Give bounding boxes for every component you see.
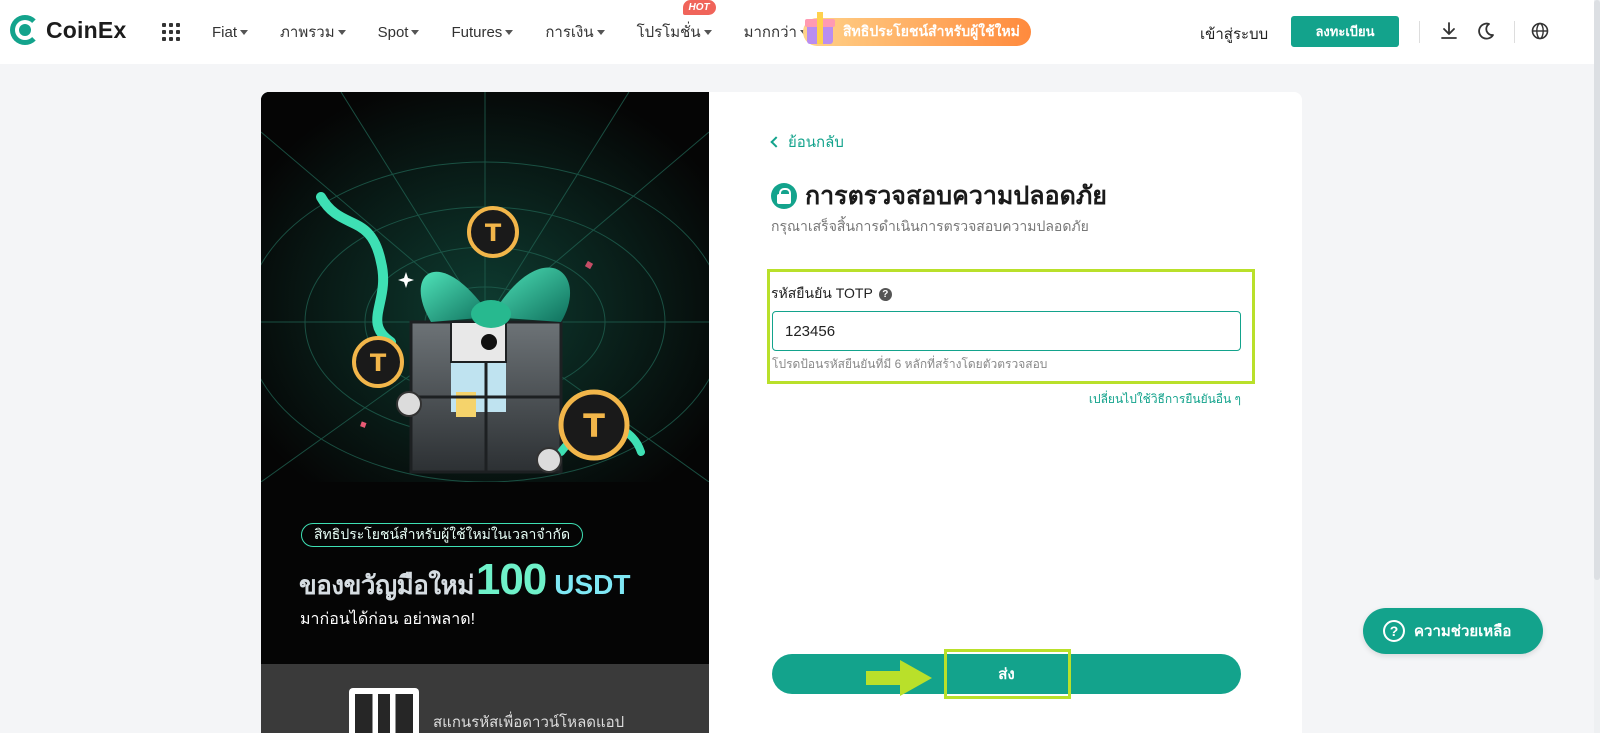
help-label: ความช่วยเหลือ [1414, 623, 1512, 640]
svg-text:T: T [485, 219, 502, 247]
back-link[interactable]: ย้อนกลับ [770, 130, 844, 154]
nav-item-promotions[interactable]: โปรโมชั่น HOT [636, 0, 716, 44]
caret-down-icon [703, 29, 712, 35]
nav-item-label: มากกว่า [743, 24, 797, 41]
nav-item-label: Fiat [212, 23, 238, 41]
coinex-logo[interactable]: CoinEx [10, 15, 126, 45]
arrow-right-icon [866, 660, 932, 696]
caret-down-icon [596, 29, 605, 35]
caret-down-icon [337, 29, 346, 35]
banner-headline: ของขวัญมือใหม่ 100 USDT [299, 555, 631, 606]
page-title: การตรวจสอบความปลอดภัย [805, 182, 1107, 210]
verification-card: T T T สิทธิประโยชน์สำหรับผู้ใช้ใหม่ในเวล… [261, 92, 1302, 733]
banner-subline: มาก่อนได้ก่อน อย่าพลาด! [300, 611, 476, 628]
main-nav: Fiat ภาพรวม Spot Futures การเงิน โปรโมชั… [212, 0, 840, 64]
help-button[interactable]: ? ความช่วยเหลือ [1363, 608, 1543, 654]
nav-item-label: การเงิน [545, 24, 594, 41]
nav-item-label: Spot [377, 23, 409, 41]
scrollbar-track[interactable] [1594, 0, 1600, 733]
qr-code [349, 688, 419, 733]
caret-down-icon [505, 29, 514, 35]
top-nav: CoinEx Fiat ภาพรวม Spot Futures การเงิน … [0, 0, 1600, 64]
verification-form: ย้อนกลับ การตรวจสอบความปลอดภัย กรุณาเสร็… [709, 92, 1302, 733]
gift-icon [803, 10, 837, 46]
nav-item-label: โปรโมชั่น [636, 24, 701, 41]
globe-icon[interactable] [1529, 20, 1551, 42]
nav-item-fiat[interactable]: Fiat [212, 23, 249, 41]
promo-banner: T T T สิทธิประโยชน์สำหรับผู้ใช้ใหม่ในเวล… [261, 92, 709, 733]
nav-item-spot[interactable]: Spot [378, 24, 420, 41]
app-download-strip: สแกนรหัสเพื่อดาวน์โหลดแอป [261, 664, 709, 733]
apps-grid-icon[interactable] [162, 23, 180, 41]
totp-hint: โปรดป้อนรหัสยืนยันที่มี 6 หลักที่สร้างโด… [772, 357, 1048, 371]
nav-item-label: ภาพรวม [280, 24, 335, 41]
logo-text: CoinEx [46, 16, 127, 43]
limited-offer-pill: สิทธิประโยชน์สำหรับผู้ใช้ใหม่ในเวลาจำกัด [301, 523, 584, 547]
login-link[interactable]: เข้าสู่ระบบ [1200, 22, 1268, 46]
nav-item-finance[interactable]: การเงิน [545, 20, 605, 44]
svg-text:T: T [370, 349, 387, 377]
headline-text: ของขวัญมือใหม่ [299, 570, 474, 600]
caret-down-icon [240, 29, 249, 35]
hot-badge: HOT [682, 0, 716, 15]
totp-input[interactable] [772, 311, 1241, 351]
coinex-logo-icon [10, 15, 40, 45]
nav-divider [1514, 21, 1515, 43]
nav-item-more[interactable]: มากกว่า [744, 20, 808, 44]
caret-down-icon [411, 29, 420, 35]
register-button[interactable]: ลงทะเบียน [1291, 16, 1399, 47]
moon-icon[interactable] [1475, 20, 1497, 42]
gift-illustration: T T T [261, 92, 709, 482]
page-description: กรุณาเสร็จสิ้นการดำเนินการตรวจสอบความปลอ… [771, 218, 1089, 234]
question-icon[interactable]: ? [878, 287, 892, 301]
back-label: ย้อนกลับ [788, 134, 844, 151]
download-icon[interactable] [1438, 20, 1460, 42]
nav-item-label: Futures [451, 23, 503, 41]
chevron-left-icon [770, 136, 782, 148]
switch-verification-method-link[interactable]: เปลี่ยนไปใช้วิธีการยืนยันอื่น ๆ [1089, 390, 1241, 409]
submit-button[interactable]: ส่ง [772, 654, 1241, 694]
page-title-row: การตรวจสอบความปลอดภัย [771, 176, 1107, 216]
scan-text: สแกนรหัสเพื่อดาวน์โหลดแอป [433, 714, 625, 731]
svg-text:T: T [583, 407, 605, 445]
nav-divider [1419, 21, 1420, 43]
lock-icon [771, 183, 797, 209]
totp-label-text: รหัสยืนยัน TOTP [771, 285, 873, 301]
nav-item-futures[interactable]: Futures [451, 23, 514, 41]
nav-item-overview[interactable]: ภาพรวม [280, 20, 346, 44]
question-circle-icon: ? [1383, 620, 1405, 642]
scrollbar-thumb[interactable] [1594, 0, 1600, 580]
new-user-benefits-pill[interactable]: สิทธิประโยชน์สำหรับผู้ใช้ใหม่ [803, 12, 1031, 46]
totp-field-label: รหัสยืนยัน TOTP ? [771, 283, 892, 305]
headline-number: 100 [475, 555, 547, 604]
promo-label: สิทธิประโยชน์สำหรับผู้ใช้ใหม่ [843, 23, 1020, 39]
headline-unit: USDT [554, 569, 631, 600]
